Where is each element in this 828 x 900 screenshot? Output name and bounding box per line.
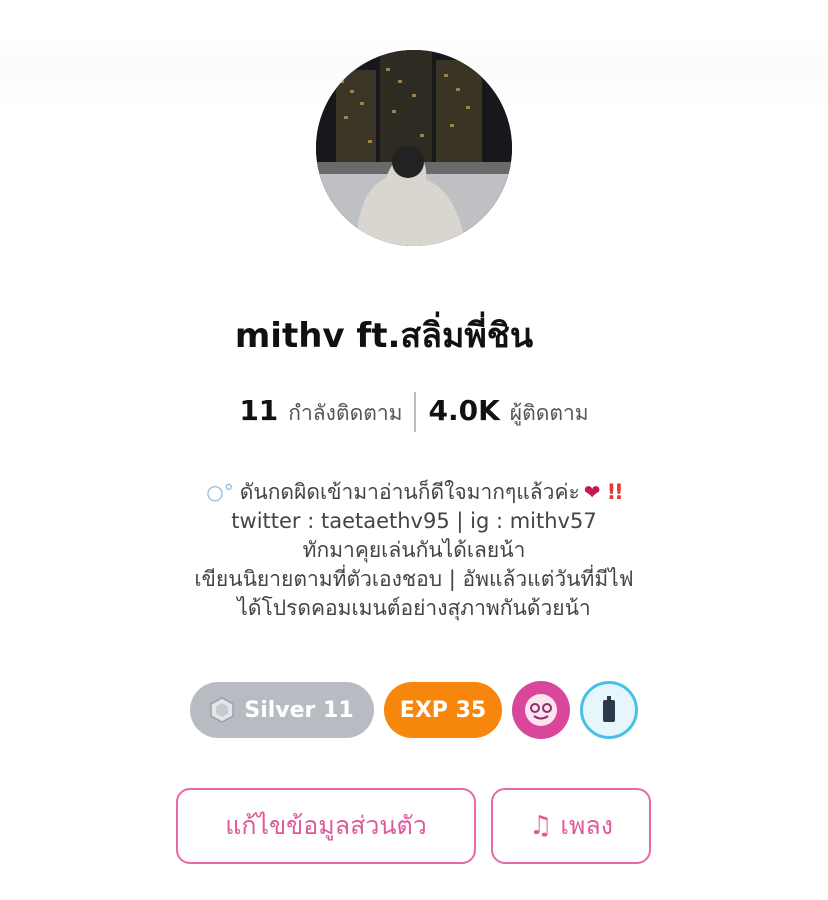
bio-line-1: ○° ดันกดผิดเข้ามาอ่านก็ดีใจมากๆแล้วค่ะ ❤!! [0,478,828,507]
edit-profile-button[interactable]: แก้ไขข้อมูลส่วนตัว [176,788,476,864]
followers-count: 4.0K [428,394,500,427]
followers-stat[interactable]: 4.0K ผู้ติดตาม [428,394,588,430]
heart-icon: ❤ [583,480,601,504]
following-label: กำลังติดตาม [288,401,403,425]
exp-label: EXP 35 [399,697,487,723]
device-icon [603,696,615,722]
profile-bio: ○° ดันกดผิดเข้ามาอ่านก็ดีใจมากๆแล้วค่ะ ❤!!… [0,478,828,623]
rank-badge[interactable]: Silver 11 [190,682,374,738]
smiley-sunglasses-icon [525,694,557,726]
bio-line-4: เขียนนิยายตามที่ตัวเองชอบ | อัพแล้วแต่วั… [194,567,634,591]
music-label: เพลง [560,811,613,840]
bio-line-5: ได้โปรดคอมเมนต์อย่างสุภาพกันด้วยน้า [237,596,591,620]
badge-row: Silver 11 EXP 35 [190,680,638,740]
edit-profile-label: แก้ไขข้อมูลส่วนตัว [225,811,427,840]
bio-text-1: ดันกดผิดเข้ามาอ่านก็ดีใจมากๆแล้วค่ะ [239,480,580,504]
music-note-icon: ♫ [529,811,553,841]
stats-divider [414,392,417,432]
bio-line-3: ทักมาคุยเล่นกันได้เลยน้า [302,538,526,562]
profile-stats: 11 กำลังติดตาม 4.0K ผู้ติดตาม [0,392,828,432]
followers-label: ผู้ติดตาม [509,401,589,425]
profile-name: mithv ft.สลิ่มพี่ชิน [234,316,534,356]
profile-photo [316,50,512,246]
bio-line-2: twitter : taetaethv95 | ig : mithv57 [231,509,597,533]
music-button[interactable]: ♫ เพลง [491,788,651,864]
double-exclamation-icon: !! [606,480,624,504]
blue-device-badge[interactable] [580,681,638,739]
pink-face-badge[interactable] [512,681,570,739]
avatar[interactable] [316,50,512,246]
exp-badge[interactable]: EXP 35 [384,682,502,738]
following-count: 11 [239,394,279,427]
bubbles-icon: ○° [206,480,234,504]
following-stat[interactable]: 11 กำลังติดตาม [239,394,402,430]
rank-label: Silver 11 [244,697,354,723]
silver-hexagon-icon [210,697,235,723]
